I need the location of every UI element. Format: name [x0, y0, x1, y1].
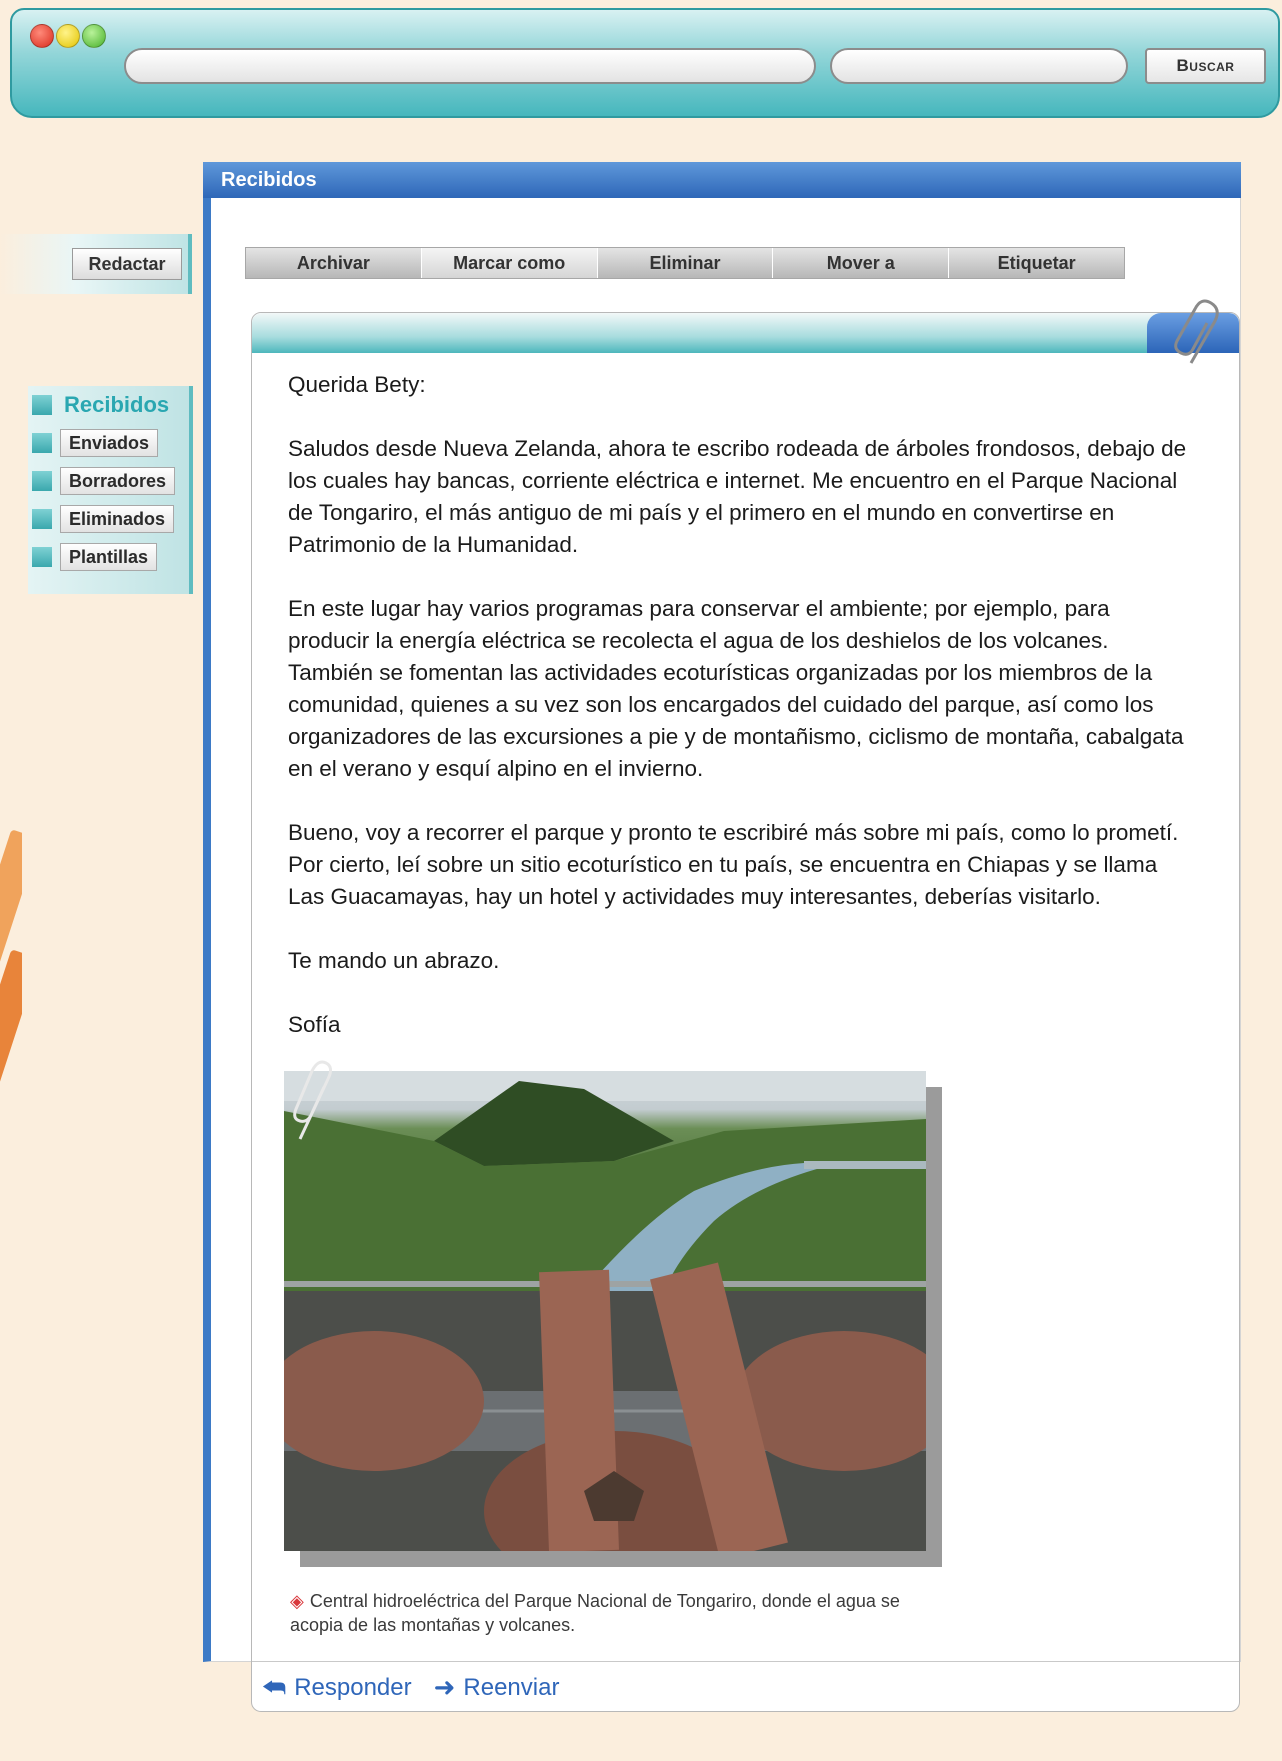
forward-button[interactable]: ➜ Reenviar — [434, 1672, 560, 1703]
message-paragraph: En este lugar hay varios programas para … — [288, 596, 1184, 781]
search-input[interactable] — [830, 48, 1128, 84]
move-to-button[interactable]: Mover a — [773, 248, 950, 278]
window-controls — [30, 24, 106, 48]
folder-marker — [32, 433, 52, 453]
paperclip-icon — [293, 1060, 333, 1140]
folder-item-drafts[interactable]: Borradores — [28, 462, 189, 500]
folder-label: Recibidos — [64, 392, 170, 417]
compose-panel: Redactar — [0, 234, 192, 294]
message-panel: Querida Bety: Saludos desde Nueva Zeland… — [251, 299, 1240, 1713]
decorative-stripes — [0, 830, 22, 1130]
compose-button[interactable]: Redactar — [72, 248, 182, 280]
photo-attachment — [284, 1060, 944, 1567]
forward-arrow-icon: ➜ — [433, 1672, 456, 1702]
message-paragraph: Saludos desde Nueva Zelanda, ahora te es… — [288, 436, 1187, 557]
label-button[interactable]: Etiquetar — [949, 248, 1124, 278]
message-toolbar: Archivar Marcar como Eliminar Mover a Et… — [245, 247, 1125, 279]
message-signature: Sofía — [288, 1012, 341, 1037]
message-actions: ⮪ Responder ➜ Reenviar — [252, 1661, 1239, 1713]
folder-label: Plantillas — [60, 543, 158, 571]
folder-marker — [32, 547, 52, 567]
folder-item-templates[interactable]: Plantillas — [28, 538, 189, 576]
message-paragraph: Bueno, voy a recorrer el parque y pronto… — [288, 820, 1179, 909]
reply-button[interactable]: ⮪ Responder — [262, 1672, 412, 1704]
folder-marker — [32, 471, 52, 491]
minimize-window-button[interactable] — [56, 24, 80, 48]
folder-item-inbox[interactable]: Recibidos — [28, 386, 189, 424]
caption-bullet-icon: ◈ — [290, 1591, 304, 1611]
photo-caption: ◈ Central hidroeléctrica del Parque Nacio… — [290, 1589, 910, 1637]
address-bar[interactable] — [124, 48, 816, 84]
mark-as-button[interactable]: Marcar como — [421, 248, 598, 278]
folder-label: Enviados — [60, 429, 159, 457]
folder-item-deleted[interactable]: Eliminados — [28, 500, 189, 538]
close-window-button[interactable] — [30, 24, 54, 48]
paperclip-icon — [1174, 299, 1219, 364]
search-button[interactable]: Buscar — [1145, 48, 1266, 84]
folder-label: Borradores — [60, 467, 176, 495]
delete-button[interactable]: Eliminar — [598, 248, 774, 278]
message-greeting: Querida Bety: — [288, 372, 426, 397]
maximize-window-button[interactable] — [82, 24, 106, 48]
forward-label: Reenviar — [463, 1673, 560, 1701]
reply-label: Responder — [294, 1673, 412, 1701]
message-body: Querida Bety: Saludos desde Nueva Zeland… — [288, 369, 1190, 1073]
folder-marker — [32, 395, 52, 415]
folder-label: Eliminados — [60, 505, 175, 533]
caption-text: Central hidroeléctrica del Parque Nacion… — [290, 1591, 900, 1635]
hydroelectric-photo — [284, 1071, 926, 1551]
reply-arrow-icon: ⮪ — [262, 1671, 287, 1702]
folder-list: Recibidos Enviados Borradores Eliminados… — [28, 386, 193, 594]
folder-item-sent[interactable]: Enviados — [28, 424, 189, 462]
archive-button[interactable]: Archivar — [246, 248, 422, 278]
browser-toolbar: Buscar — [10, 8, 1280, 118]
message-header — [252, 313, 1239, 353]
window-title: Recibidos — [203, 162, 1241, 198]
folder-marker — [32, 509, 52, 529]
message-closing: Te mando un abrazo. — [288, 948, 500, 973]
